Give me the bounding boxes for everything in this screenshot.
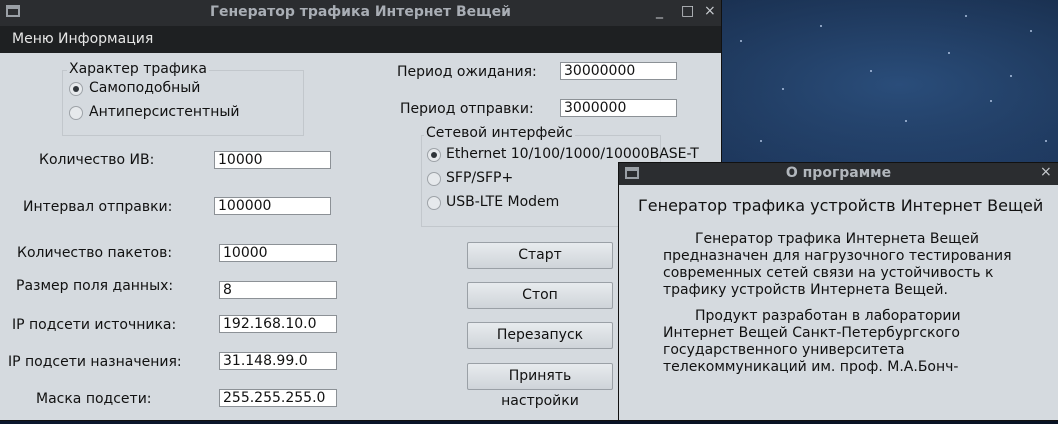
about-line: Продукт разработан в лаборатории [695,308,961,324]
radio-self-similar-label[interactable]: Самоподобный [89,80,200,96]
send-interval-label: Интервал отправки: [23,199,173,215]
packet-count-input[interactable]: 10000 [219,244,337,262]
about-description: Генератор трафика Интернета Вещей предна… [663,231,1043,299]
radio-usb-lte-label[interactable]: USB-LTE Modem [446,194,559,210]
packet-count-label: Количество пакетов: [17,245,173,261]
close-icon[interactable]: × [704,3,716,19]
radio-usb-lte[interactable] [427,196,441,210]
radio-ethernet-label[interactable]: Ethernet 10/100/1000/10000BASE-T [446,146,699,162]
stop-button[interactable]: Стоп [467,282,613,309]
send-interval-input[interactable]: 100000 [214,197,331,215]
data-size-label: Размер поля данных: [16,278,174,294]
menu-item-info[interactable]: Информация [58,31,153,47]
network-interface-title: Сетевой интерфейс [424,125,575,141]
menubar: Меню Информация [0,26,721,53]
about-window: О программе × Генератор трафика устройст… [619,163,1058,420]
radio-sfp-label[interactable]: SFP/SFP+ [446,170,513,186]
restart-button[interactable]: Перезапуск [467,322,613,349]
about-line: Интернет Вещей Санкт-Петербургского [663,325,960,341]
mask-input[interactable]: 255.255.255.0 [219,389,337,407]
about-line: предназначен для нагрузочного тестирован… [663,248,1012,264]
main-window: Генератор трафика Интернет Вещей _ □ × М… [0,0,721,420]
maximize-icon[interactable]: □ [681,3,694,19]
radio-antipersistent[interactable] [69,106,83,120]
src-subnet-label: IP подсети источника: [12,317,177,333]
radio-sfp[interactable] [427,172,441,186]
about-line: трафику устройств Интернета Вещей. [663,282,948,298]
radio-ethernet[interactable] [427,148,441,162]
main-titlebar[interactable]: Генератор трафика Интернет Вещей _ □ × [0,0,721,26]
start-button[interactable]: Старт [467,242,613,269]
about-line: государственного университета [663,342,905,358]
about-line: Генератор трафика Интернета Вещей [695,231,979,247]
dst-subnet-input[interactable]: 31.148.99.0 [219,352,337,370]
about-line: телекоммуникаций им. проф. М.А.Бонч- [663,359,959,375]
wait-period-input[interactable]: 30000000 [560,62,677,80]
send-period-input[interactable]: 3000000 [560,99,677,117]
minimize-icon[interactable]: _ [656,3,663,19]
traffic-type-title: Характер трафика [67,61,209,77]
wait-period-label: Период ожидания: [397,64,537,80]
mask-label: Маска подсети: [36,391,152,407]
about-credits: Продукт разработан в лаборатории Интерне… [663,308,1043,376]
iv-count-input[interactable]: 10000 [214,151,331,169]
about-window-title: О программе [785,165,892,181]
iv-count-label: Количество ИВ: [39,152,155,168]
dst-subnet-label: IP подсети назначения: [8,354,182,370]
close-icon[interactable]: × [1040,164,1052,180]
window-title: Генератор трафика Интернет Вещей [210,4,511,20]
send-period-label: Период отправки: [400,101,534,117]
about-line: современных сетей связи на устойчивость … [663,265,994,281]
menu-item-menu[interactable]: Меню [12,31,54,47]
radio-self-similar[interactable] [69,82,83,96]
data-size-input[interactable]: 8 [219,281,337,299]
src-subnet-input[interactable]: 192.168.10.0 [219,315,337,333]
about-titlebar[interactable]: О программе × [619,163,1058,185]
about-heading: Генератор трафика устройств Интернет Вещ… [638,196,1044,215]
apply-settings-button[interactable]: Принять настройки [467,363,613,409]
radio-antipersistent-label[interactable]: Антиперсистентный [89,104,240,120]
